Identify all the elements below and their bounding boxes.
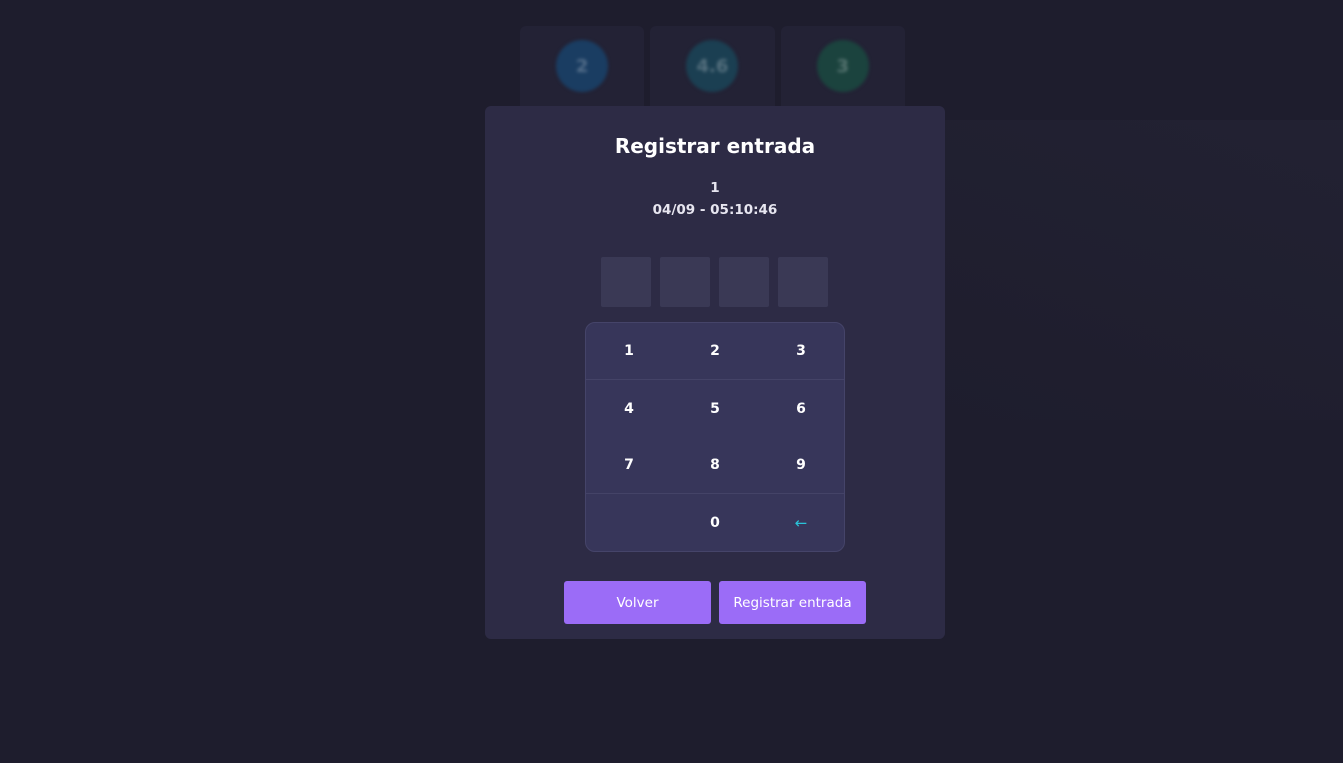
back-button[interactable]: Volver <box>564 581 711 624</box>
pin-digit-box[interactable] <box>660 257 710 307</box>
pin-digit-box[interactable] <box>719 257 769 307</box>
key-empty <box>586 494 672 551</box>
background-stat-value: 3 <box>816 40 869 92</box>
pin-digit-box[interactable] <box>778 257 828 307</box>
key-9[interactable]: 9 <box>758 437 844 493</box>
keypad-row: 7 8 9 <box>586 437 844 494</box>
background-stat-value: 4.6 <box>686 40 739 92</box>
key-1[interactable]: 1 <box>586 323 672 379</box>
background-decoration <box>923 120 1343 420</box>
key-5[interactable]: 5 <box>672 380 758 437</box>
key-3[interactable]: 3 <box>758 323 844 379</box>
key-6[interactable]: 6 <box>758 380 844 437</box>
keypad-row: 4 5 6 <box>586 380 844 437</box>
modal-title: Registrar entrada <box>614 134 816 158</box>
key-8[interactable]: 8 <box>672 437 758 493</box>
modal-actions: Volver Registrar entrada <box>564 581 866 624</box>
key-0[interactable]: 0 <box>672 494 758 551</box>
pin-digit-box[interactable] <box>601 257 651 307</box>
keypad-row: 1 2 3 <box>586 323 844 380</box>
pin-boxes <box>601 257 828 307</box>
keypad-row: 0 ← <box>586 494 844 551</box>
date-time: 04/09 - 05:10:46 <box>652 202 778 218</box>
numeric-keypad: 1 2 3 4 5 6 7 8 9 0 ← <box>585 322 845 552</box>
background-stats: 2 4.6 3 <box>520 26 905 116</box>
key-4[interactable]: 4 <box>586 380 672 437</box>
register-entry-button[interactable]: Registrar entrada <box>719 581 866 624</box>
backspace-icon[interactable]: ← <box>758 494 844 551</box>
background-stat-card: 3 <box>780 26 905 116</box>
background-stat-card: 2 <box>520 26 645 116</box>
key-2[interactable]: 2 <box>672 323 758 379</box>
background-stat-value: 2 <box>556 40 609 92</box>
key-7[interactable]: 7 <box>586 437 672 493</box>
employee-id: 1 <box>710 180 720 196</box>
background-stat-card: 4.6 <box>650 26 775 116</box>
register-entry-modal: Registrar entrada 1 04/09 - 05:10:46 1 2… <box>485 106 945 639</box>
